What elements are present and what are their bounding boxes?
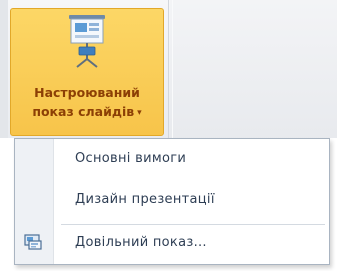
- menu-item-label: Дизайн презентації: [75, 192, 215, 207]
- group-separator-highlight: [172, 0, 173, 138]
- custom-slideshow-label-line2-wrap: показ слайдів ▾: [11, 102, 163, 123]
- chevron-down-icon: ▾: [137, 108, 142, 118]
- custom-slideshow-label-line1: Настроюваний: [34, 85, 140, 100]
- menu-item-basic-requirements[interactable]: Основні вимоги: [15, 144, 329, 174]
- ribbon-edge: [0, 0, 8, 138]
- custom-show-icon: [24, 234, 42, 250]
- menu-item-label: Основні вимоги: [75, 151, 187, 166]
- custom-slideshow-label-line2: показ слайдів: [32, 104, 135, 119]
- custom-slideshow-dropdown-menu: Основні вимоги Дизайн презентації Довіль…: [14, 138, 330, 265]
- projector-screen-icon: [69, 15, 105, 68]
- ribbon-area: Настроюваний показ слайдів ▾: [0, 0, 337, 138]
- menu-item-presentation-design[interactable]: Дизайн презентації: [15, 185, 329, 215]
- menu-separator: [61, 224, 325, 225]
- ribbon-empty-group: [170, 0, 337, 138]
- custom-slideshow-button[interactable]: Настроюваний показ слайдів ▾: [10, 8, 164, 136]
- menu-item-custom-show[interactable]: Довільний показ...: [15, 228, 329, 258]
- custom-slideshow-label: Настроюваний показ слайдів ▾: [11, 83, 163, 123]
- group-separator: [168, 0, 169, 138]
- menu-item-label: Довільний показ...: [75, 235, 207, 250]
